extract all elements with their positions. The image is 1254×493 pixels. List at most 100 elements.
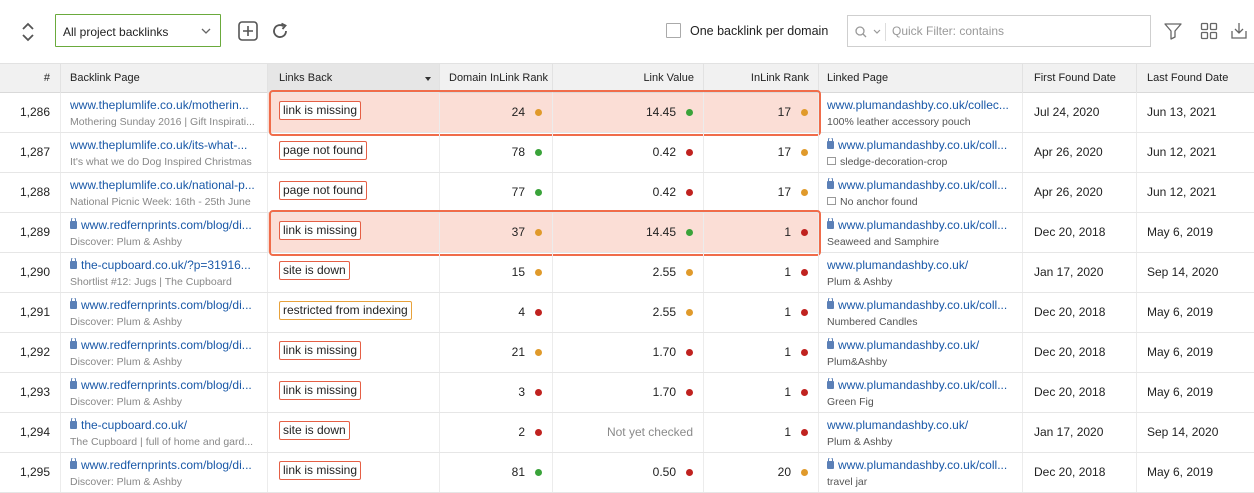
status-dot-icon: [686, 149, 693, 156]
row-number: 1,289: [0, 213, 61, 252]
export-icon[interactable]: [1229, 21, 1249, 41]
search-icon[interactable]: [854, 25, 884, 39]
backlink-page-link[interactable]: www.redfernprints.com/blog/di...: [70, 338, 258, 353]
backlink-page-url: www.redfernprints.com/blog/di...: [81, 458, 252, 472]
linked-page-url: www.plumandashby.co.uk/coll...: [838, 138, 1008, 152]
column-header-linked-page[interactable]: Linked Page: [819, 64, 1023, 93]
first-found-date: Dec 20, 2018: [1023, 373, 1137, 412]
linked-page-link[interactable]: www.plumandashby.co.uk/coll...: [827, 298, 1014, 313]
table-row[interactable]: 1,288 www.theplumlife.co.uk/national-p...…: [0, 173, 1254, 213]
table-row[interactable]: 1,292 www.redfernprints.com/blog/di... Dis…: [0, 333, 1254, 373]
linked-page-anchor-text: 100% leather accessory pouch: [827, 116, 971, 128]
backlink-page-cell: www.redfernprints.com/blog/di... Discover…: [61, 373, 268, 412]
backlink-page-url: www.redfernprints.com/blog/di...: [81, 298, 252, 312]
table-row[interactable]: 1,286 www.theplumlife.co.uk/motherin... Mo…: [0, 93, 1254, 133]
table-row[interactable]: 1,291 www.redfernprints.com/blog/di... Dis…: [0, 293, 1254, 333]
sort-toggle-icon[interactable]: [16, 20, 40, 44]
link-value-cell: 0.50: [553, 453, 704, 492]
link-value-cell: 0.42: [553, 133, 704, 172]
linked-page-link[interactable]: www.plumandashby.co.uk/: [827, 338, 1014, 353]
backlink-page-link[interactable]: www.theplumlife.co.uk/motherin...: [70, 98, 258, 113]
backlinks-filter-dropdown[interactable]: All project backlinks: [55, 14, 221, 47]
status-badge: page not found: [279, 141, 368, 160]
first-found-date: Jul 24, 2020: [1023, 93, 1137, 132]
quick-filter: [847, 15, 1151, 47]
filter-icon[interactable]: [1163, 21, 1183, 41]
status-dot-icon: [686, 469, 693, 476]
linked-page-anchor-text: travel jar: [827, 476, 868, 488]
filter-divider: [885, 23, 886, 41]
column-header-domain-inlink-rank[interactable]: Domain InLink Rank: [440, 64, 553, 93]
backlink-page-url: www.redfernprints.com/blog/di...: [81, 338, 252, 352]
quick-filter-input[interactable]: [892, 20, 1142, 42]
inlink-rank-cell: 20: [704, 453, 819, 492]
link-value-cell: 1.70: [553, 333, 704, 372]
last-found-date: May 6, 2019: [1147, 305, 1214, 319]
column-header-number[interactable]: #: [0, 64, 61, 93]
linked-page-url: www.plumandashby.co.uk/coll...: [838, 178, 1008, 192]
inlink-rank-value: 1: [784, 265, 791, 279]
row-number: 1,286: [0, 93, 61, 132]
backlink-page-url: www.theplumlife.co.uk/motherin...: [70, 98, 249, 112]
backlink-page-link[interactable]: the-cupboard.co.uk/: [70, 418, 258, 433]
backlink-page-link[interactable]: www.redfernprints.com/blog/di...: [70, 378, 258, 393]
refresh-icon[interactable]: [269, 20, 291, 42]
backlink-page-link[interactable]: www.redfernprints.com/blog/di...: [70, 298, 258, 313]
linked-page-link[interactable]: www.plumandashby.co.uk/: [827, 258, 1014, 273]
one-backlink-per-domain-checkbox[interactable]: [666, 23, 681, 38]
last-found-date: May 6, 2019: [1147, 465, 1214, 479]
linked-page-link[interactable]: www.plumandashby.co.uk/coll...: [827, 138, 1014, 153]
linked-page-cell: www.plumandashby.co.uk/coll... No anchor …: [819, 173, 1023, 212]
table-row[interactable]: 1,295 www.redfernprints.com/blog/di... Dis…: [0, 453, 1254, 493]
status-dot-icon: [686, 389, 693, 396]
status-badge: link is missing: [279, 381, 362, 400]
backlink-page-link[interactable]: www.redfernprints.com/blog/di...: [70, 218, 258, 233]
column-header-first-found[interactable]: First Found Date: [1023, 64, 1137, 93]
image-icon: [827, 197, 836, 205]
table-row[interactable]: 1,289 www.redfernprints.com/blog/di... Dis…: [0, 213, 1254, 253]
table-row[interactable]: 1,290 the-cupboard.co.uk/?p=31916... Short…: [0, 253, 1254, 293]
column-header-links-back[interactable]: Links Back: [268, 64, 440, 93]
inlink-rank-cell: 1: [704, 373, 819, 412]
link-value-cell: 2.55: [553, 293, 704, 332]
table-row[interactable]: 1,287 www.theplumlife.co.uk/its-what-... I…: [0, 133, 1254, 173]
backlink-page-link[interactable]: www.theplumlife.co.uk/national-p...: [70, 178, 258, 193]
domain-inlink-rank-cell: 2: [440, 413, 553, 452]
lock-icon: [827, 138, 834, 149]
status-badge: link is missing: [279, 461, 362, 480]
backlink-page-link[interactable]: www.redfernprints.com/blog/di...: [70, 458, 258, 473]
column-header-inlink-rank[interactable]: InLink Rank: [704, 64, 819, 93]
column-header-last-found[interactable]: Last Found Date: [1137, 64, 1254, 93]
table-row[interactable]: 1,294 the-cupboard.co.uk/The Cupboard | f…: [0, 413, 1254, 453]
links-back-cell: link is missing: [268, 333, 440, 372]
column-header-backlink-page[interactable]: Backlink Page: [61, 64, 268, 93]
domain-inlink-rank-value: 3: [518, 385, 525, 399]
link-value-cell: 1.70: [553, 373, 704, 412]
status-dot-icon: [535, 149, 542, 156]
last-found-date: Jun 13, 2021: [1147, 105, 1217, 119]
inlink-rank-value: 1: [784, 385, 791, 399]
inlink-rank-value: 1: [784, 225, 791, 239]
linked-page-link[interactable]: www.plumandashby.co.uk/coll...: [827, 378, 1014, 393]
linked-page-link[interactable]: www.plumandashby.co.uk/coll...: [827, 178, 1014, 193]
linked-page-link[interactable]: www.plumandashby.co.uk/coll...: [827, 218, 1014, 233]
linked-page-link[interactable]: www.plumandashby.co.uk/: [827, 418, 1014, 433]
backlink-page-link[interactable]: the-cupboard.co.uk/?p=31916...: [70, 258, 258, 273]
row-number: 1,288: [0, 173, 61, 212]
domain-inlink-rank-value: 15: [511, 265, 525, 279]
linked-page-url: www.plumandashby.co.uk/coll...: [838, 218, 1008, 232]
table-row[interactable]: 1,293 www.redfernprints.com/blog/di... Dis…: [0, 373, 1254, 413]
toolbar: All project backlinks One backlink per d…: [0, 0, 1254, 63]
linked-page-link[interactable]: www.plumandashby.co.uk/collec...: [827, 98, 1014, 113]
linked-page-anchor-text: Plum&Ashby: [827, 356, 888, 368]
lock-icon: [70, 378, 77, 389]
last-found-date: Sep 14, 2020: [1147, 425, 1219, 439]
status-badge: page not found: [279, 181, 368, 200]
linked-page-link[interactable]: www.plumandashby.co.uk/coll...: [827, 458, 1014, 473]
columns-grid-icon[interactable]: [1199, 21, 1219, 41]
linked-page-anchor: Green Fig: [827, 395, 1014, 409]
backlink-page-link[interactable]: www.theplumlife.co.uk/its-what-...: [70, 138, 258, 153]
column-header-link-value[interactable]: Link Value: [553, 64, 704, 93]
backlink-page-cell: www.theplumlife.co.uk/motherin... Motheri…: [61, 93, 268, 132]
add-icon[interactable]: [237, 20, 259, 42]
